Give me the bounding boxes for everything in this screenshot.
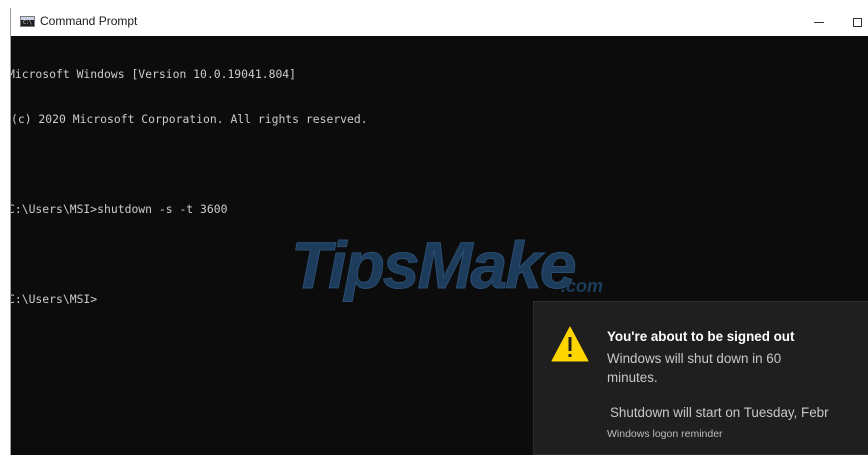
notification-detail: Shutdown will start on Tuesday, Febr	[610, 405, 829, 420]
notification-body: Windows will shut down in 60 minutes.	[607, 351, 782, 385]
console-line: Microsoft Windows [Version 10.0.19041.80…	[11, 67, 297, 81]
shutdown-notification[interactable]: You're about to be signed out Windows wi…	[533, 301, 868, 455]
watermark-logo: TipsMake .com	[291, 228, 604, 303]
watermark-brand: TipsMake	[291, 228, 575, 302]
command-prompt-window: C:\ Command Prompt Microsoft Windows [Ve…	[10, 8, 868, 455]
cmd-icon-prompt: C:\	[23, 20, 33, 26]
minimize-icon	[814, 21, 824, 23]
notification-source: Windows logon reminder	[607, 428, 723, 440]
console-line: (c) 2020 Microsoft Corporation. All righ…	[11, 112, 368, 126]
title-bar[interactable]: C:\ Command Prompt	[11, 8, 868, 36]
warning-icon	[551, 326, 589, 362]
cmd-icon: C:\	[20, 16, 35, 27]
window-title: Command Prompt	[40, 14, 138, 28]
notification-title: You're about to be signed out	[607, 329, 795, 344]
console-area[interactable]: Microsoft Windows [Version 10.0.19041.80…	[11, 36, 868, 455]
maximize-button[interactable]	[840, 8, 868, 36]
watermark-text-group: TipsMake .com	[291, 228, 604, 303]
screen: C:\ Command Prompt Microsoft Windows [Ve…	[0, 0, 868, 455]
watermark-suffix: .com	[561, 276, 603, 296]
maximize-icon	[852, 17, 862, 27]
minimize-button[interactable]	[802, 8, 836, 36]
console-line: C:\Users\MSI>shutdown -s -t 3600	[11, 202, 228, 216]
